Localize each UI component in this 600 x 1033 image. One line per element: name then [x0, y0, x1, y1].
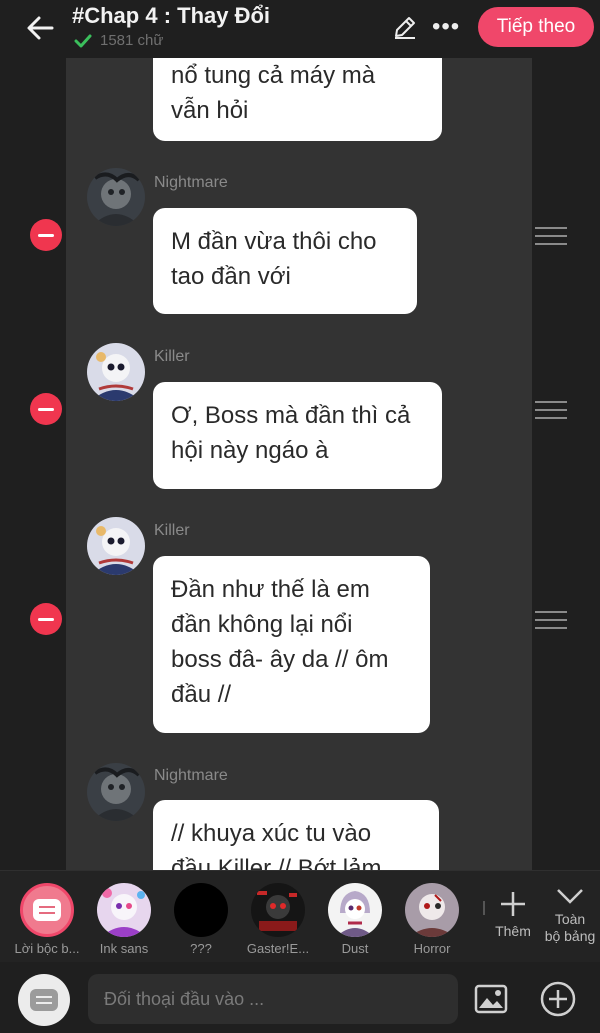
- input-bar: [0, 962, 600, 1033]
- message-line: nổ tung cả máy mà: [171, 62, 376, 89]
- show-all-label-2: bộ bảng: [544, 928, 596, 944]
- chevron-down-icon: [557, 889, 583, 904]
- edit-pencil-icon[interactable]: [392, 14, 418, 40]
- add-circle-icon[interactable]: [540, 981, 576, 1017]
- character-dust[interactable]: Dust: [316, 883, 394, 956]
- message-line: boss đâ- ây da // ôm: [171, 646, 389, 673]
- message-line: vẫn hỏi: [171, 97, 249, 124]
- message-bubble[interactable]: Đần như thế là em đần không lại nổi boss…: [153, 556, 430, 733]
- character-selector: Lời bộc b... Ink sans ??? Gaster!E... Du…: [0, 870, 600, 962]
- check-icon: [74, 34, 92, 47]
- more-options-icon[interactable]: •••: [432, 15, 468, 39]
- divider: [483, 901, 485, 915]
- dialogue-input[interactable]: [88, 974, 458, 1024]
- drag-handle-icon[interactable]: [535, 611, 567, 629]
- character-unknown[interactable]: ???: [162, 883, 240, 956]
- message-bubble[interactable]: nổ tung cả máy mà vẫn hỏi: [153, 58, 442, 141]
- character-narrator[interactable]: Lời bộc b...: [8, 883, 86, 956]
- show-all-label-1: Toàn: [554, 911, 586, 927]
- top-bar: #Chap 4 : Thay Đổi 1581 chữ ••• Tiếp the…: [0, 0, 600, 58]
- avatar: [97, 883, 151, 937]
- avatar: [328, 883, 382, 937]
- message-line: // khuya xúc tu vào: [171, 820, 372, 847]
- character-label: Ink sans: [99, 941, 149, 956]
- drag-handle-icon[interactable]: [535, 401, 567, 419]
- speaker-name: Killer: [154, 348, 190, 365]
- plus-icon: [501, 892, 525, 916]
- character-gaster-error[interactable]: Gaster!E...: [239, 883, 317, 956]
- word-count-label: 1581 chữ: [100, 32, 164, 49]
- speaker-name: Nightmare: [154, 767, 228, 784]
- avatar: [174, 883, 228, 937]
- character-label: Horror: [413, 941, 451, 956]
- character-label: Lời bộc b...: [14, 941, 80, 956]
- word-count: 1581 chữ: [74, 32, 163, 49]
- speaker-name: Nightmare: [154, 174, 228, 191]
- add-label: Thêm: [495, 923, 531, 939]
- avatar-killer: [87, 517, 145, 575]
- speaker-name: Killer: [154, 522, 190, 539]
- character-label: Gaster!E...: [246, 941, 310, 956]
- avatar-nightmare: [87, 168, 145, 226]
- message-bubble[interactable]: M đần vừa thôi cho tao đần với: [153, 208, 417, 314]
- show-all-button[interactable]: Toàn bộ bảng: [542, 885, 598, 945]
- avatar: [251, 883, 305, 937]
- message-line: tao đần với: [171, 263, 291, 290]
- character-label: ???: [190, 941, 212, 956]
- message-bubble[interactable]: Ơ, Boss mà đần thì cả hội này ngáo à: [153, 382, 442, 489]
- message-line: hội này ngáo à: [171, 437, 329, 464]
- avatar: [405, 883, 459, 937]
- message-line: Ơ, Boss mà đần thì cả: [171, 402, 411, 429]
- avatar-killer: [87, 343, 145, 401]
- message-line: M đần vừa thôi cho: [171, 228, 377, 255]
- chapter-title: #Chap 4 : Thay Đổi: [72, 3, 271, 28]
- character-label: Dust: [341, 941, 369, 956]
- message-line: đầu //: [171, 681, 232, 708]
- back-arrow-icon[interactable]: [22, 10, 58, 46]
- remove-message-icon[interactable]: [30, 603, 62, 635]
- character-horror[interactable]: Horror: [393, 883, 471, 956]
- message-line: Đần như thế là em: [171, 576, 370, 603]
- message-line: đầu Killer // Bớt lảm: [171, 855, 382, 870]
- message-bubble[interactable]: // khuya xúc tu vào đầu Killer // Bớt lả…: [153, 800, 439, 870]
- add-character-button[interactable]: Thêm: [490, 889, 536, 940]
- narrator-icon: [30, 989, 58, 1011]
- next-button[interactable]: Tiếp theo: [478, 7, 594, 47]
- narrator-icon: [20, 883, 74, 937]
- drag-handle-icon[interactable]: [535, 227, 567, 245]
- remove-message-icon[interactable]: [30, 219, 62, 251]
- remove-message-icon[interactable]: [30, 393, 62, 425]
- character-ink-sans[interactable]: Ink sans: [85, 883, 163, 956]
- chat-editor: nổ tung cả máy mà vẫn hỏi Nightmare M đầ…: [0, 58, 600, 870]
- image-icon[interactable]: [474, 984, 508, 1014]
- narrator-mode-button[interactable]: [18, 974, 70, 1026]
- message-line: đần không lại nổi: [171, 611, 353, 638]
- avatar-nightmare: [87, 763, 145, 821]
